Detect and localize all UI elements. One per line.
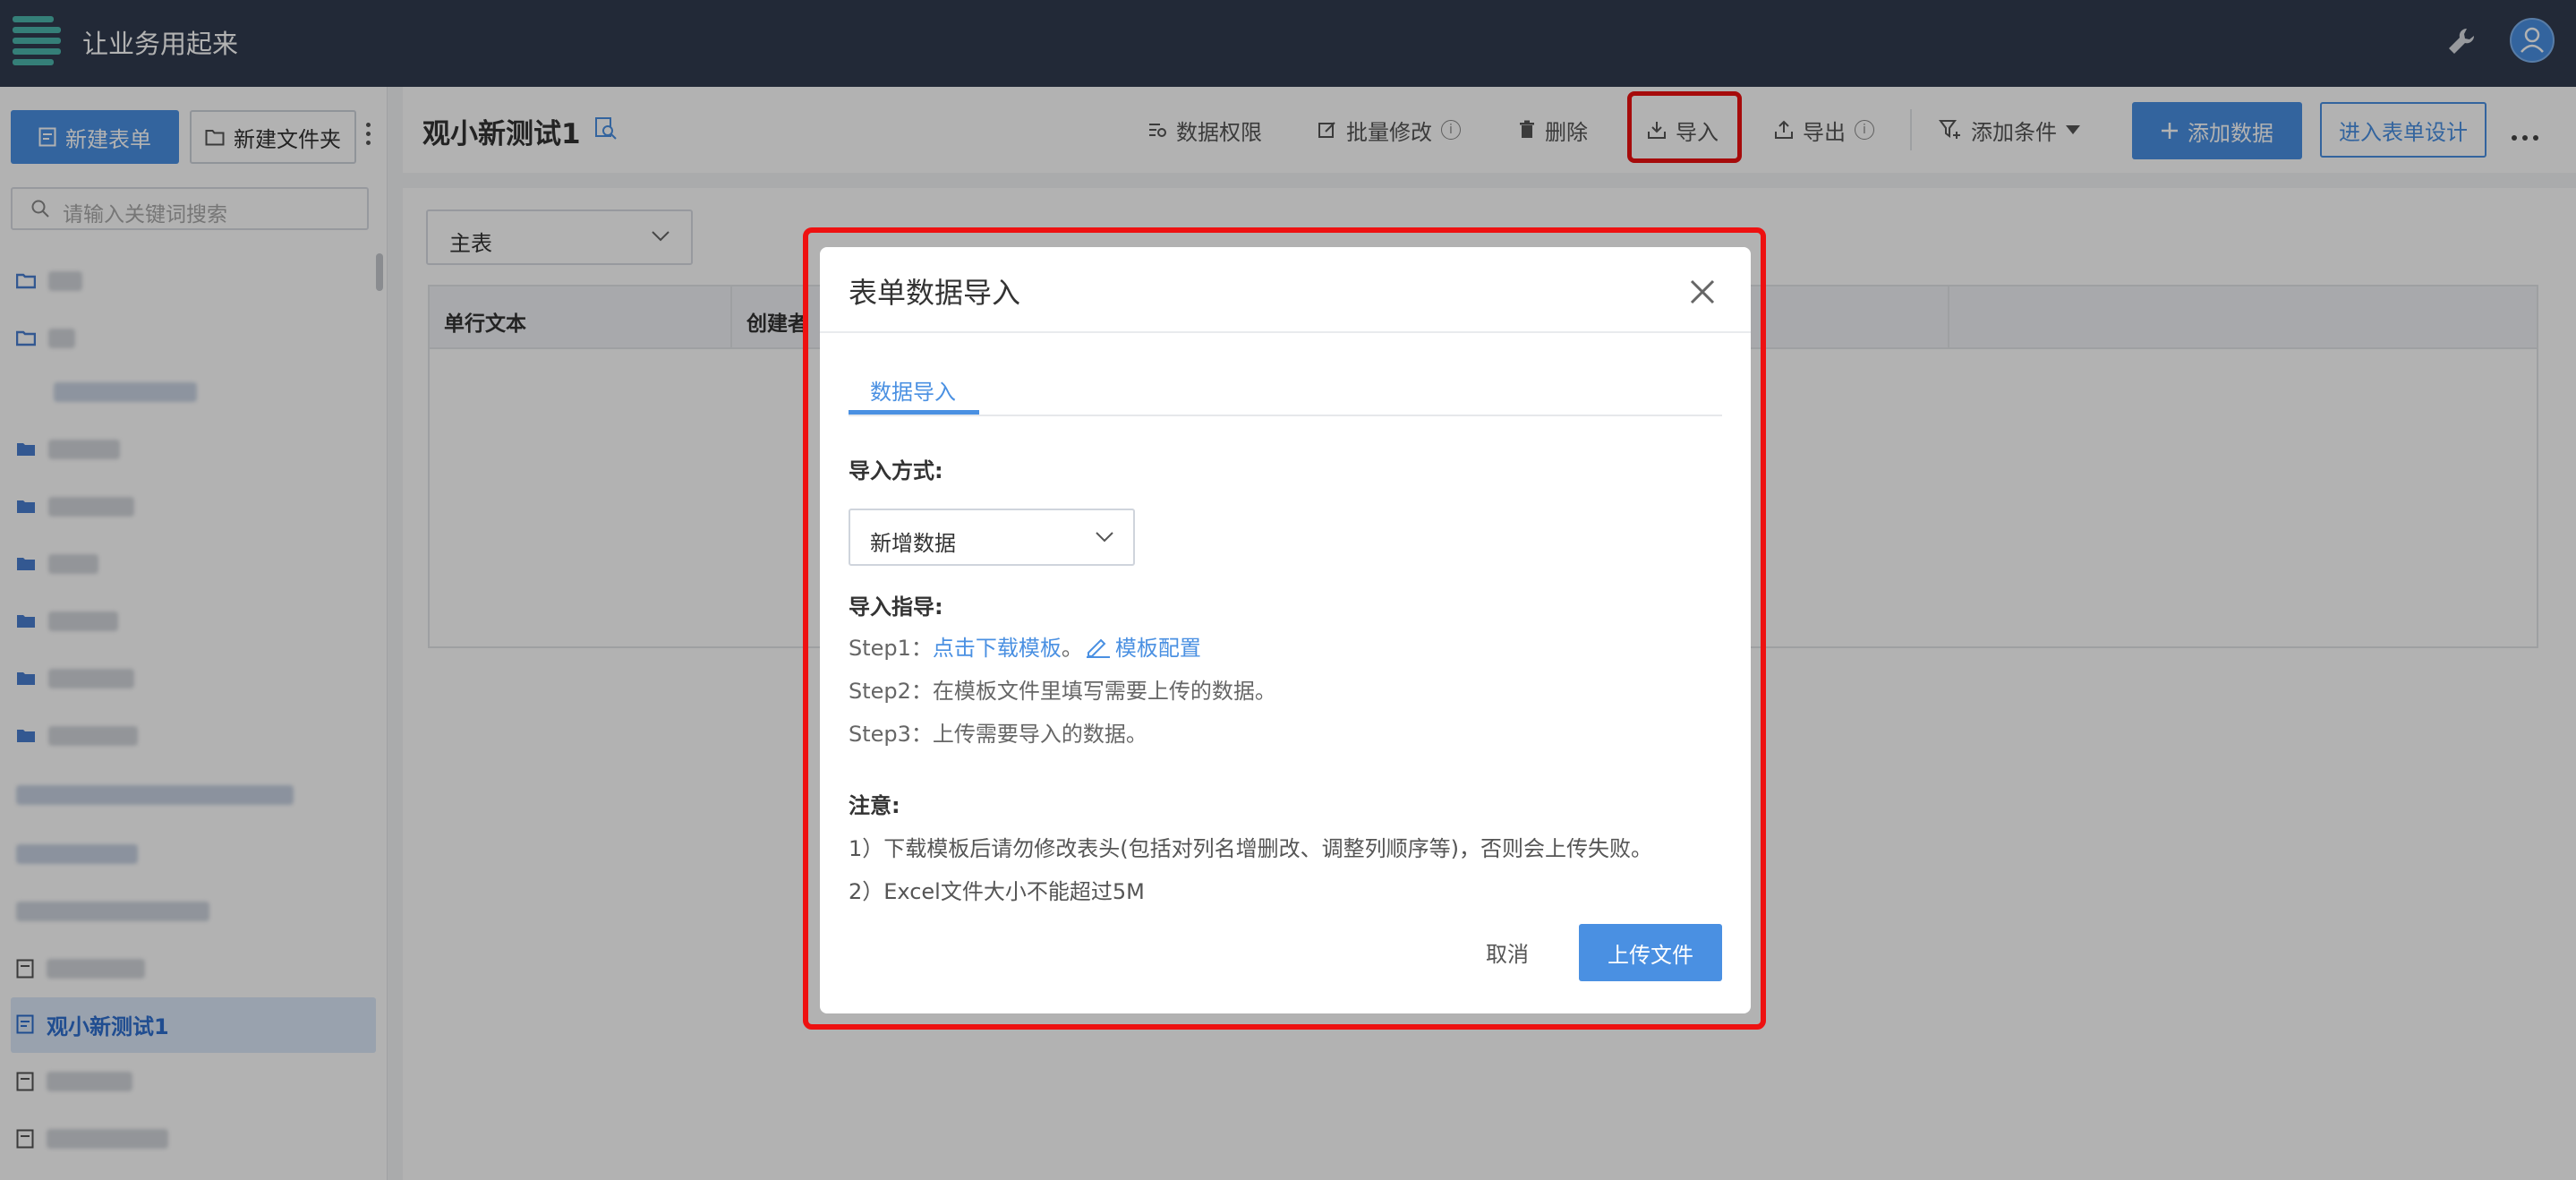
step2-text: Step2：在模板文件里填写需要上传的数据。	[849, 679, 1276, 704]
upload-file-button[interactable]: 上传文件	[1579, 924, 1722, 981]
import-guide-label: 导入指导:	[849, 594, 943, 620]
download-template-link[interactable]: 点击下载模板	[933, 630, 1062, 662]
import-method-label: 导入方式:	[849, 458, 943, 483]
dialog-title: 表单数据导入	[849, 276, 1021, 310]
tab-bar-rule	[849, 415, 1722, 416]
step1-separator: 。	[1061, 636, 1083, 661]
tab-data-import[interactable]: 数据导入	[870, 374, 956, 406]
import-method-value: 新增数据	[870, 531, 956, 556]
close-icon[interactable]	[1685, 274, 1720, 310]
note-2-text: 2）Excel文件大小不能超过5M	[849, 879, 1145, 904]
import-method-select[interactable]: 新增数据	[849, 509, 1135, 566]
note-1-text: 1）下载模板后请勿修改表头(包括对列名增删改、调整列顺序等)，否则会上传失败。	[849, 836, 1652, 861]
step3-text: Step3：上传需要导入的数据。	[849, 722, 1147, 747]
pencil-icon[interactable]	[1085, 635, 1112, 658]
step1-line: Step1： 点击下载模板 。 模板配置	[849, 630, 1201, 662]
import-dialog: 表单数据导入 数据导入 导入方式: 新增数据 导入指导: Step1： 点击下载…	[820, 247, 1751, 1013]
step1-prefix: Step1：	[849, 636, 933, 661]
cancel-button[interactable]: 取消	[1486, 936, 1529, 968]
dialog-divider	[820, 331, 1751, 333]
template-config-link[interactable]: 模板配置	[1115, 630, 1201, 662]
chevron-down-icon	[1096, 532, 1113, 543]
note-label: 注意:	[849, 793, 900, 818]
